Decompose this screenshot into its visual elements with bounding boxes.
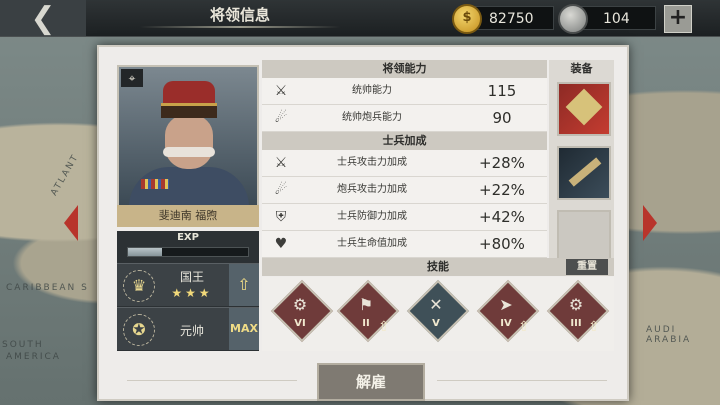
bonus-label: 士兵生命值加成 bbox=[337, 238, 407, 249]
bonus-value: +28% bbox=[479, 154, 525, 172]
stat-label: 统帅炮兵能力 bbox=[342, 112, 402, 123]
divider-left bbox=[127, 380, 297, 381]
medal-item-icon bbox=[565, 88, 603, 126]
portrait-ribbons bbox=[141, 179, 169, 189]
gold-coin-icon: $ bbox=[452, 4, 482, 34]
skill-artillery-icon: ⚙ bbox=[568, 295, 584, 314]
bonus-value: +80% bbox=[479, 235, 525, 253]
shells-item-icon bbox=[568, 157, 602, 187]
general-info-dialog: ⌖ 斐迪南 福煦 EXP ♛ 国王 ★★★ ⇧ ✪ 元帅 MAX 将领能力 ⚔ bbox=[97, 45, 629, 401]
back-button[interactable]: ❮ bbox=[0, 0, 86, 36]
crown-icon: ♛ bbox=[123, 270, 155, 302]
add-currency-button[interactable]: + bbox=[664, 5, 692, 33]
general-portrait: ⌖ bbox=[117, 65, 259, 207]
map-label-arabia: AUDI ARABIA bbox=[646, 325, 692, 345]
bonus-row-defense: ⛨ 士兵防御力加成 +42% bbox=[262, 204, 547, 231]
bonus-value: +42% bbox=[479, 208, 525, 226]
rank-row-marshal: ✪ 元帅 MAX bbox=[117, 307, 259, 350]
equipment-header: 装备 bbox=[570, 62, 593, 75]
page-title: 将领信息 bbox=[209, 6, 270, 24]
skill-slot-5[interactable]: ⚙ III ⇧ bbox=[546, 279, 610, 343]
artillery-type-icon: ⌖ bbox=[121, 69, 143, 87]
artillery-attack-icon: ☄ bbox=[274, 182, 288, 198]
skill-slot-4[interactable]: ➤ IV ⇧ bbox=[476, 279, 540, 343]
dismiss-button[interactable]: 解雇 bbox=[317, 363, 425, 401]
map-label-south: SOUTH bbox=[2, 340, 44, 350]
bonus-row-health: ♥ 士兵生命值加成 +80% bbox=[262, 231, 547, 258]
bonus-label: 炮兵攻击力加成 bbox=[337, 184, 407, 195]
medal-coin-icon bbox=[558, 4, 588, 34]
skill-level: VI bbox=[294, 318, 306, 329]
skills-header-bar: 技能 重置 bbox=[262, 258, 614, 276]
stat-value: 115 bbox=[487, 82, 517, 100]
shield-icon: ⛨ bbox=[275, 209, 287, 225]
rank-title: 国王 bbox=[179, 270, 204, 284]
skill-flag-icon: ⚑ bbox=[358, 295, 374, 314]
portrait-face bbox=[165, 115, 213, 169]
crossed-swords-icon: ⚔ bbox=[274, 83, 288, 99]
exp-bar bbox=[127, 247, 249, 257]
portrait-cap-band bbox=[161, 103, 217, 118]
rank-upgrade-button[interactable]: ⇧ bbox=[229, 264, 259, 306]
back-arrow-icon: ❮ bbox=[30, 0, 56, 36]
stats-panel: 将领能力 ⚔ 统帅能力 115 ☄ 统帅炮兵能力 90 士兵加成 ⚔ 士兵攻击力… bbox=[262, 60, 547, 258]
rank-stars: ★★★ bbox=[171, 286, 213, 300]
title-underline bbox=[140, 26, 340, 28]
rank-panel: EXP ♛ 国王 ★★★ ⇧ ✪ 元帅 MAX bbox=[117, 231, 259, 351]
equipment-slot-shells[interactable] bbox=[557, 146, 611, 200]
next-general-arrow-icon[interactable] bbox=[643, 205, 657, 241]
abilities-header: 将领能力 bbox=[262, 60, 547, 78]
equipment-slot-medal[interactable] bbox=[557, 82, 611, 136]
skill-shells-icon: ➤ bbox=[499, 295, 513, 314]
bonus-row-attack: ⚔ 士兵攻击力加成 +28% bbox=[262, 150, 547, 177]
skill-level: V bbox=[432, 318, 440, 329]
heart-icon: ♥ bbox=[274, 236, 288, 252]
stat-row-command: ⚔ 统帅能力 115 bbox=[262, 78, 547, 105]
skill-tools-icon: ✕ bbox=[429, 295, 443, 314]
stat-value: 90 bbox=[492, 109, 512, 127]
skills-header: 技能 bbox=[427, 260, 449, 273]
bonuses-header: 士兵加成 bbox=[262, 132, 547, 150]
skill-slot-1[interactable]: ⚙ VI bbox=[270, 279, 334, 343]
bonus-label: 士兵防御力加成 bbox=[337, 211, 407, 222]
skills-panel: ⚙ VI ⚑ II ⇧ ✕ V ➤ IV ⇧ ⚙ III ⇧ bbox=[262, 277, 614, 351]
equipment-slot-empty[interactable] bbox=[557, 210, 611, 264]
bonus-value: +22% bbox=[479, 181, 525, 199]
skill-upgrade-icon: ⇧ bbox=[518, 319, 530, 335]
map-label-caribbean: CARIBBEAN S bbox=[6, 283, 89, 293]
skill-slot-2[interactable]: ⚑ II ⇧ bbox=[336, 279, 400, 343]
skill-upgrade-icon: ⇧ bbox=[588, 319, 600, 335]
top-bar: ❮ 将领信息 82750 $ 104 + bbox=[0, 0, 720, 37]
attack-icon: ⚔ bbox=[274, 155, 288, 171]
up-arrow-icon: ⇧ bbox=[237, 275, 251, 294]
reset-skills-button[interactable]: 重置 bbox=[566, 259, 608, 275]
cannon-icon: ☄ bbox=[274, 110, 288, 126]
stat-label: 统帅能力 bbox=[352, 85, 392, 96]
skill-cannon-icon: ⚙ bbox=[292, 295, 308, 314]
rank-row-king: ♛ 国王 ★★★ ⇧ bbox=[117, 263, 259, 306]
map-label-america: AMERICA bbox=[6, 352, 61, 362]
marshal-icon: ✪ bbox=[123, 314, 155, 346]
skill-slot-3[interactable]: ✕ V bbox=[406, 279, 470, 343]
prev-general-arrow-icon[interactable] bbox=[64, 205, 78, 241]
general-name: 斐迪南 福煦 bbox=[117, 205, 259, 227]
max-badge: MAX bbox=[229, 308, 259, 350]
stat-row-artillery-command: ☄ 统帅炮兵能力 90 bbox=[262, 105, 547, 132]
equipment-panel: 装备 bbox=[549, 60, 614, 264]
divider-right bbox=[437, 380, 607, 381]
exp-bar-fill bbox=[128, 248, 162, 256]
bonus-label: 士兵攻击力加成 bbox=[337, 157, 407, 168]
exp-label: EXP bbox=[177, 232, 199, 243]
dialog-content: ⌖ 斐迪南 福煦 EXP ♛ 国王 ★★★ ⇧ ✪ 元帅 MAX 将领能力 ⚔ bbox=[107, 55, 619, 401]
bonus-row-artillery-attack: ☄ 炮兵攻击力加成 +22% bbox=[262, 177, 547, 204]
skill-upgrade-icon: ⇧ bbox=[378, 319, 390, 335]
portrait-mustache bbox=[163, 147, 215, 157]
marshal-title: 元帅 bbox=[179, 324, 204, 338]
